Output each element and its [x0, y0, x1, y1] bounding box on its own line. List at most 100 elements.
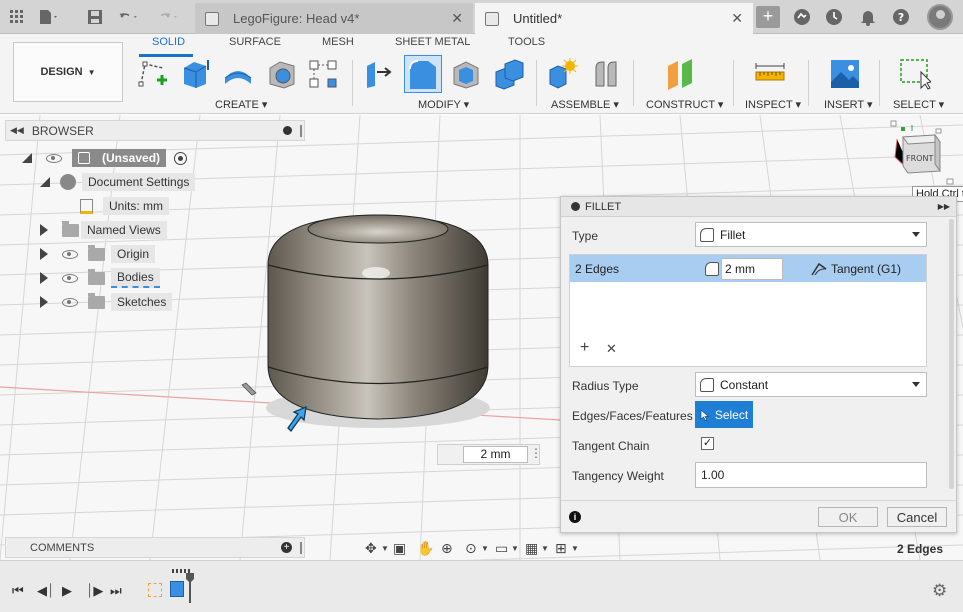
- revolve-icon[interactable]: [222, 58, 254, 90]
- save-icon[interactable]: [84, 6, 106, 28]
- expand-toggle-icon[interactable]: [40, 177, 50, 187]
- help-icon[interactable]: ?: [890, 6, 912, 28]
- grid-settings-icon[interactable]: ▦: [525, 540, 541, 557]
- extensions-icon[interactable]: [791, 6, 813, 28]
- resize-handle[interactable]: [300, 541, 302, 554]
- timeline-marker[interactable]: [186, 573, 194, 603]
- type-dropdown[interactable]: Fillet: [695, 222, 927, 247]
- press-pull-icon[interactable]: [363, 58, 395, 90]
- new-component-icon[interactable]: [546, 58, 578, 90]
- tangent-chain-checkbox[interactable]: ✓: [701, 437, 714, 450]
- hidden-eye-icon[interactable]: [62, 249, 78, 259]
- create-sketch-icon[interactable]: [137, 58, 169, 90]
- shell-icon[interactable]: [450, 58, 482, 90]
- construct-menu[interactable]: CONSTRUCT ▾: [646, 98, 723, 111]
- hole-icon[interactable]: [266, 58, 298, 90]
- user-avatar[interactable]: [927, 4, 953, 30]
- display-settings-icon[interactable]: ▭: [495, 540, 511, 557]
- app-grid-icon[interactable]: [6, 6, 28, 28]
- info-icon[interactable]: i: [569, 511, 581, 523]
- expand-toggle-icon[interactable]: [40, 248, 48, 260]
- tangent-continuity-icon[interactable]: [811, 262, 827, 276]
- measure-icon[interactable]: [754, 58, 786, 90]
- fit-icon[interactable]: ⊙: [465, 540, 481, 557]
- dialog-header[interactable]: FILLET ▶▶: [561, 197, 956, 217]
- browser-item-bodies[interactable]: Bodies: [40, 268, 160, 288]
- browser-item-sketches[interactable]: Sketches: [40, 292, 173, 312]
- browser-item-units[interactable]: Units: mm: [80, 196, 169, 216]
- close-icon[interactable]: ✕: [451, 10, 463, 27]
- tab-untitled[interactable]: Untitled* ✕: [475, 3, 753, 34]
- dialog-scrollbar[interactable]: [949, 219, 954, 489]
- create-menu[interactable]: CREATE ▾: [215, 98, 267, 111]
- go-to-end-icon[interactable]: ⏭: [110, 583, 122, 599]
- tab-legofigure-head[interactable]: LegoFigure: Head v4* ✕: [195, 3, 473, 34]
- fillet-icon[interactable]: [404, 55, 442, 93]
- job-status-icon[interactable]: [823, 6, 845, 28]
- assemble-menu[interactable]: ASSEMBLE ▾: [551, 98, 619, 111]
- more-options-icon[interactable]: ⋮: [530, 446, 542, 460]
- browser-item-document-settings[interactable]: Document Settings: [40, 172, 196, 192]
- tab-solid[interactable]: SOLID: [152, 36, 185, 48]
- play-icon[interactable]: ▶: [62, 583, 72, 599]
- go-to-start-icon[interactable]: ⏮: [12, 583, 24, 599]
- joint-icon[interactable]: [590, 58, 622, 90]
- edges-selection-row[interactable]: 2 Edges 2 mm Tangent (G1): [570, 255, 926, 282]
- select-menu[interactable]: SELECT ▾: [893, 98, 944, 111]
- viewcube[interactable]: [890, 120, 954, 185]
- expand-toggle-icon[interactable]: [40, 296, 48, 308]
- browser-item-named-views[interactable]: Named Views: [40, 220, 167, 240]
- ok-button[interactable]: OK: [818, 507, 878, 527]
- tab-tools[interactable]: TOOLS: [508, 36, 545, 48]
- extrude-icon[interactable]: [180, 58, 212, 90]
- minimize-icon[interactable]: [571, 202, 580, 211]
- add-edge-icon[interactable]: +: [580, 339, 589, 357]
- design-workspace-button[interactable]: DESIGN ▼: [13, 42, 123, 102]
- offset-plane-icon[interactable]: [664, 58, 696, 90]
- orbit-icon[interactable]: ✥: [365, 540, 381, 557]
- expand-toggle-icon[interactable]: [40, 224, 48, 236]
- step-back-icon[interactable]: ◀⏐: [37, 583, 54, 599]
- viewports-icon[interactable]: ⊞: [555, 540, 571, 557]
- resize-handle[interactable]: [300, 124, 302, 137]
- collapse-panel-icon[interactable]: ◀◀: [10, 125, 24, 136]
- visibility-eye-icon[interactable]: [62, 297, 78, 307]
- add-comment-icon[interactable]: +: [281, 542, 292, 553]
- expand-toggle-icon[interactable]: [40, 272, 48, 284]
- undo-icon[interactable]: [118, 6, 140, 28]
- inspect-menu[interactable]: INSPECT ▾: [745, 98, 801, 111]
- modify-menu[interactable]: MODIFY ▾: [418, 98, 469, 111]
- tab-mesh[interactable]: MESH: [322, 36, 354, 48]
- look-at-icon[interactable]: ▣: [393, 540, 417, 557]
- pan-icon[interactable]: ✋: [417, 540, 441, 557]
- browser-item-origin[interactable]: Origin: [40, 244, 156, 264]
- tab-surface[interactable]: SURFACE: [229, 36, 281, 48]
- browser-item-root[interactable]: (Unsaved): [22, 148, 188, 168]
- viewport-radius-input[interactable]: 2 mm: [463, 446, 528, 463]
- radius-type-dropdown[interactable]: Constant: [695, 372, 927, 397]
- expand-dialog-icon[interactable]: ▶▶: [938, 202, 950, 211]
- select-edges-button[interactable]: Select: [695, 401, 753, 428]
- remove-edge-icon[interactable]: ✕: [606, 341, 617, 357]
- zoom-icon[interactable]: ⊕: [441, 540, 465, 557]
- expand-toggle-icon[interactable]: [22, 153, 32, 163]
- notifications-icon[interactable]: [857, 6, 879, 28]
- timeline-extrude-feature[interactable]: [170, 581, 184, 597]
- step-forward-icon[interactable]: ⏐▶: [86, 583, 103, 599]
- pattern-icon[interactable]: [307, 58, 339, 90]
- file-menu-icon[interactable]: [38, 6, 60, 28]
- insert-image-icon[interactable]: [829, 58, 861, 90]
- timeline-sketch-feature[interactable]: [148, 583, 162, 597]
- redo-icon[interactable]: [158, 6, 180, 28]
- activate-radio-icon[interactable]: [174, 151, 188, 165]
- new-tab-button[interactable]: +: [756, 6, 780, 28]
- insert-menu[interactable]: INSERT ▾: [824, 98, 873, 111]
- timeline-settings-gear-icon[interactable]: ⚙: [932, 581, 947, 601]
- combine-icon[interactable]: [493, 58, 525, 90]
- visibility-eye-icon[interactable]: [62, 273, 78, 283]
- select-window-icon[interactable]: [899, 58, 931, 90]
- minimize-icon[interactable]: [283, 126, 292, 135]
- tab-sheet-metal[interactable]: SHEET METAL: [395, 36, 470, 48]
- close-icon[interactable]: ✕: [731, 10, 743, 27]
- tangency-weight-input[interactable]: 1.00: [695, 462, 927, 488]
